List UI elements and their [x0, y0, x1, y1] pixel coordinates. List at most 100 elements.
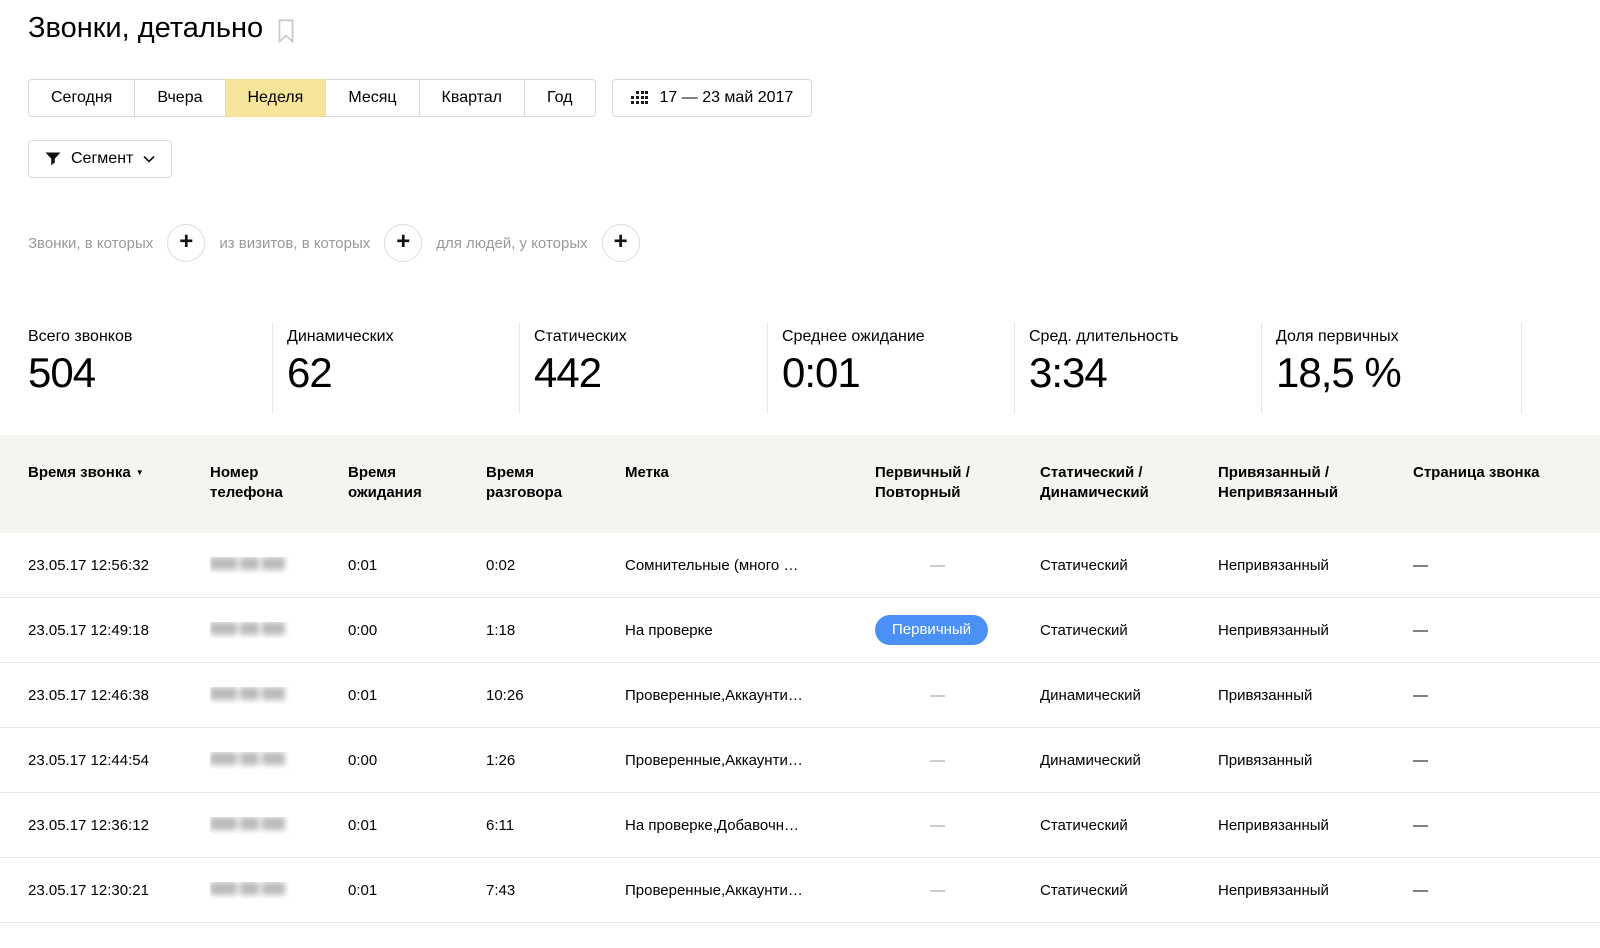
sort-desc-icon: ▼: [136, 468, 144, 477]
call-time-cell: 23.05.17 12:49:18: [28, 622, 210, 639]
page-title: Звонки, детально: [28, 12, 263, 45]
phone-number-redacted: [210, 622, 285, 635]
primary-cell: —: [875, 882, 1040, 899]
column-header-phone[interactable]: Номер телефона: [210, 463, 348, 503]
filter-visits-label: из визитов, в которых: [219, 235, 370, 252]
add-call-condition-button[interactable]: +: [167, 224, 205, 262]
primary-badge: —: [930, 752, 945, 769]
table-row[interactable]: 23.05.17 12:44:54 0:00 1:26 Проверенные,…: [0, 728, 1600, 793]
table-row[interactable]: 23.05.17 12:36:12 0:01 6:11 На проверке,…: [0, 793, 1600, 858]
filter-people-label: для людей, у которых: [436, 235, 587, 252]
call-time-cell: 23.05.17 12:30:21: [28, 882, 210, 899]
metric-label: Среднее ожидание: [782, 328, 1014, 346]
filter-calls-label: Звонки, в которых: [28, 235, 153, 252]
talk-time-cell: 10:26: [486, 687, 625, 704]
column-header-static[interactable]: Статический / Динамический: [1040, 463, 1218, 503]
tab-quarter[interactable]: Квартал: [419, 79, 525, 117]
metric-avg-duration: Сред. длительность 3:34: [1015, 322, 1262, 414]
calls-table: Время звонка ▼ Номер телефона Время ожида…: [0, 435, 1600, 923]
column-header-call-page[interactable]: Страница звонка: [1413, 463, 1600, 483]
phone-cell: [210, 622, 348, 639]
call-page-cell: —: [1413, 882, 1600, 899]
call-page-cell: —: [1413, 817, 1600, 834]
metric-value: 62: [287, 352, 519, 394]
metric-value: 18,5 %: [1276, 352, 1521, 394]
segment-button-label: Сегмент: [71, 150, 133, 168]
filter-bar: Звонки, в которых + из визитов, в которы…: [28, 224, 640, 262]
primary-cell: —: [875, 687, 1040, 704]
metric-total-calls: Всего звонков 504: [0, 322, 273, 414]
period-tabs: Сегодня Вчера Неделя Месяц Квартал Год: [28, 79, 596, 117]
phone-cell: [210, 687, 348, 704]
segment-button[interactable]: Сегмент: [28, 140, 172, 178]
column-header-primary[interactable]: Первичный / Повторный: [875, 463, 1040, 503]
column-header-bound[interactable]: Привязанный / Непривязанный: [1218, 463, 1413, 503]
tab-today[interactable]: Сегодня: [28, 79, 135, 117]
call-time-cell: 23.05.17 12:56:32: [28, 557, 210, 574]
segment-row: Сегмент: [28, 140, 172, 178]
call-time-cell: 23.05.17 12:36:12: [28, 817, 210, 834]
calls-detail-report: Звонки, детально Сегодня Вчера Неделя Ме…: [0, 0, 1600, 948]
metric-static-calls: Статических 442: [520, 322, 768, 414]
call-time-cell: 23.05.17 12:44:54: [28, 752, 210, 769]
calendar-grid-icon: [631, 91, 648, 106]
title-row: Звонки, детально: [28, 12, 295, 45]
phone-cell: [210, 882, 348, 899]
bound-cell: Непривязанный: [1218, 817, 1413, 834]
bound-cell: Непривязанный: [1218, 557, 1413, 574]
tab-week[interactable]: Неделя: [225, 79, 327, 117]
bookmark-icon[interactable]: [277, 19, 295, 43]
tab-yesterday[interactable]: Вчера: [134, 79, 225, 117]
static-dynamic-cell: Статический: [1040, 557, 1218, 574]
table-row[interactable]: 23.05.17 12:46:38 0:01 10:26 Проверенные…: [0, 663, 1600, 728]
column-header-tag[interactable]: Метка: [625, 463, 875, 483]
bound-cell: Привязанный: [1218, 752, 1413, 769]
column-header-label: Время звонка: [28, 464, 131, 481]
wait-time-cell: 0:00: [348, 622, 486, 639]
tab-year[interactable]: Год: [524, 79, 595, 117]
primary-badge: —: [930, 882, 945, 899]
call-page-cell: —: [1413, 687, 1600, 704]
metric-first-call-share: Доля первичных 18,5 %: [1262, 322, 1522, 414]
metric-value: 0:01: [782, 352, 1014, 394]
wait-time-cell: 0:01: [348, 557, 486, 574]
static-dynamic-cell: Статический: [1040, 622, 1218, 639]
primary-cell: —: [875, 817, 1040, 834]
tag-cell: Проверенные,Аккаунти…: [625, 687, 875, 704]
metric-label: Статических: [534, 328, 767, 346]
add-people-condition-button[interactable]: +: [602, 224, 640, 262]
metric-label: Всего звонков: [28, 328, 272, 346]
call-page-cell: —: [1413, 752, 1600, 769]
phone-cell: [210, 752, 348, 769]
primary-badge: —: [930, 817, 945, 834]
column-header-call-time[interactable]: Время звонка ▼: [28, 463, 210, 483]
column-header-wait-time[interactable]: Время ожидания: [348, 463, 486, 503]
call-page-cell: —: [1413, 622, 1600, 639]
primary-badge: —: [930, 557, 945, 574]
static-dynamic-cell: Динамический: [1040, 687, 1218, 704]
static-dynamic-cell: Статический: [1040, 882, 1218, 899]
bound-cell: Непривязанный: [1218, 882, 1413, 899]
phone-number-redacted: [210, 882, 285, 895]
add-visit-condition-button[interactable]: +: [384, 224, 422, 262]
table-header: Время звонка ▼ Номер телефона Время ожида…: [0, 435, 1600, 533]
primary-badge: Первичный: [875, 615, 988, 645]
tab-month[interactable]: Месяц: [325, 79, 419, 117]
tag-cell: На проверке,Добавочн…: [625, 817, 875, 834]
table-row[interactable]: 23.05.17 12:56:32 0:01 0:02 Сомнительные…: [0, 533, 1600, 598]
date-range-button[interactable]: 17 — 23 май 2017: [612, 79, 813, 117]
column-header-talk-time[interactable]: Время разговора: [486, 463, 625, 503]
summary-metrics: Всего звонков 504 Динамических 62 Статич…: [0, 322, 1600, 414]
primary-cell: —: [875, 752, 1040, 769]
talk-time-cell: 1:26: [486, 752, 625, 769]
metric-avg-wait: Среднее ожидание 0:01: [768, 322, 1015, 414]
table-row[interactable]: 23.05.17 12:49:18 0:00 1:18 На проверке …: [0, 598, 1600, 663]
wait-time-cell: 0:01: [348, 817, 486, 834]
talk-time-cell: 6:11: [486, 817, 625, 834]
talk-time-cell: 1:18: [486, 622, 625, 639]
metric-value: 504: [28, 352, 272, 394]
chevron-down-icon: [143, 155, 155, 163]
table-row[interactable]: 23.05.17 12:30:21 0:01 7:43 Проверенные,…: [0, 858, 1600, 923]
tag-cell: На проверке: [625, 622, 875, 639]
period-toolbar: Сегодня Вчера Неделя Месяц Квартал Год 1…: [28, 79, 812, 117]
